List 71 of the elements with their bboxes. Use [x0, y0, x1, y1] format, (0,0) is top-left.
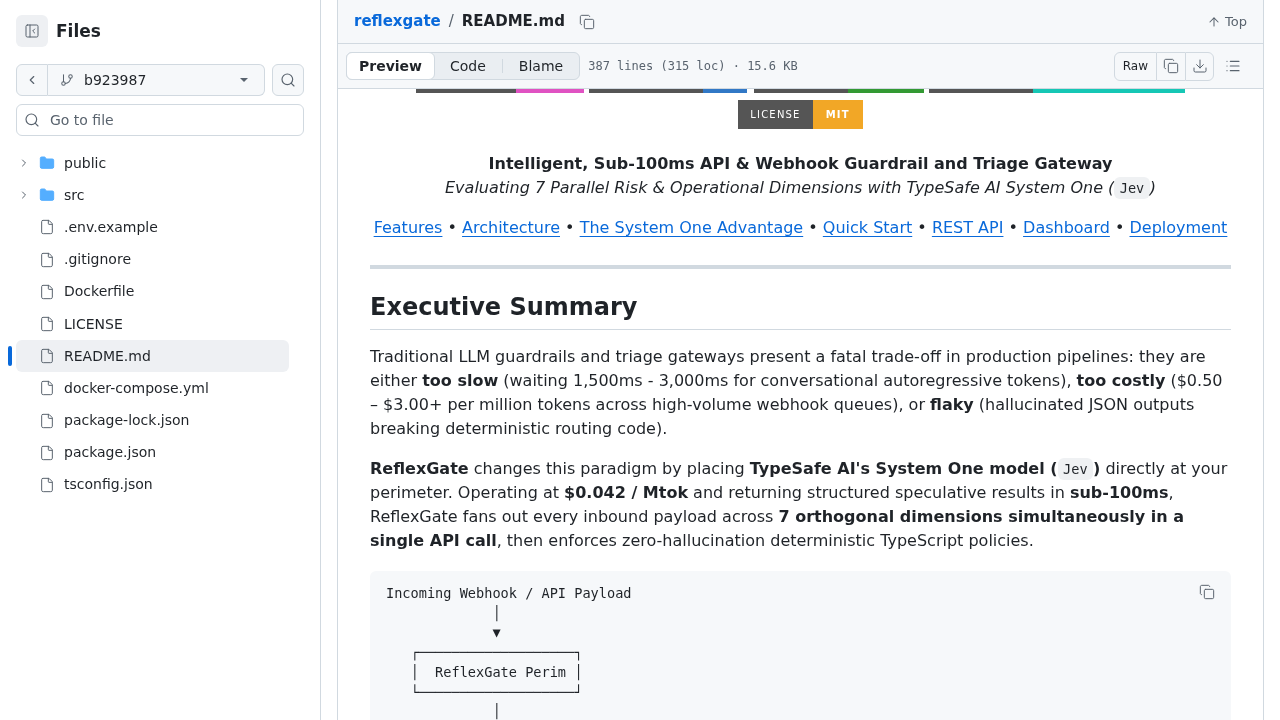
copy-raw-button[interactable] — [1157, 51, 1185, 81]
sidebar-title: Files — [56, 22, 101, 40]
section-link[interactable]: Quick Start — [822, 218, 913, 237]
link-separator: • — [1008, 218, 1018, 237]
file-tree-item[interactable]: .gitignore — [16, 243, 289, 276]
download-button[interactable] — [1185, 51, 1214, 81]
file-icon — [39, 251, 55, 268]
view-tab[interactable]: Code — [434, 52, 502, 80]
badge-value: MIT — [812, 100, 863, 129]
section-link[interactable]: The System One Advantage — [579, 218, 804, 237]
link-separator: • — [1114, 218, 1125, 237]
search-icon — [280, 72, 296, 88]
copy-icon — [1199, 584, 1215, 600]
file-icon — [39, 476, 55, 493]
caret-down-icon — [240, 78, 248, 82]
section-link[interactable]: Deployment — [1129, 218, 1228, 237]
branch-icon — [60, 73, 74, 87]
paragraph: Traditional LLM guardrails and triage gateways present a fatal trade-off in production pipelines: they are either too slow (waiting 1,500ms - 3,000ms for conversational autoregressive tokens), too costly ($0.50 – $3.00+ per million tokens across high-volume webhook queues), or flaky (hallucinated JSON outputs breaking deterministic routing code). — [370, 346, 1224, 440]
copy-icon — [578, 13, 595, 30]
raw-button[interactable]: Raw — [1113, 51, 1157, 81]
file-tree-item[interactable]: Dockerfile — [16, 275, 289, 308]
file-search-field[interactable]: Go to file — [16, 104, 304, 136]
file-tree-item[interactable]: docker-compose.yml — [16, 372, 289, 405]
file-icon — [39, 348, 55, 365]
section-link[interactable]: Dashboard — [1023, 218, 1110, 237]
repo-link[interactable]: reflexgate — [354, 10, 441, 33]
link-separator: • — [565, 218, 575, 237]
code-text: Incoming Webhook / API Payload │ ▼ ┌───────────────────┐ │ ReflexGate Perim │ └───────────────────┘ │ — [385, 584, 633, 720]
file-tree-item[interactable]: .env.example — [16, 211, 289, 244]
badge-label: LICENSE — [738, 100, 813, 129]
file-tree-item[interactable]: package.json — [16, 436, 289, 469]
file-icon — [39, 444, 55, 461]
section-heading: Executive Summary — [370, 292, 1231, 330]
file-tree-item[interactable]: README.md — [16, 340, 289, 373]
view-tab[interactable]: Preview — [346, 52, 435, 80]
copy-icon — [1163, 58, 1179, 74]
file-info: 387 lines (315 loc) · 15.6 KB — [588, 58, 798, 75]
section-link[interactable]: Features — [373, 218, 443, 237]
sidebar-toggle-icon — [24, 23, 40, 39]
file-tree-item[interactable]: public — [16, 147, 289, 180]
file-icon — [39, 283, 55, 300]
selection-indicator — [8, 346, 12, 367]
link-separator: • — [808, 218, 818, 237]
link-separator: • — [447, 218, 457, 237]
breadcrumb-separator: / — [448, 11, 454, 33]
file-icon — [39, 316, 55, 333]
file-icon — [39, 219, 55, 236]
file-name: README.md — [461, 11, 565, 33]
readme-title: Intelligent, Sub-100ms API & Webhook Guardrail and Triage Gateway — [487, 153, 1114, 175]
list-icon — [1225, 58, 1241, 74]
file-tree-item[interactable]: src — [16, 179, 289, 212]
view-tab[interactable]: Blame — [502, 52, 580, 80]
file-icon — [39, 380, 55, 397]
download-icon — [1191, 58, 1208, 74]
link-separator: • — [917, 218, 927, 237]
file-tree-item[interactable]: package-lock.json — [16, 404, 289, 437]
file-icon — [39, 412, 55, 429]
paragraph: ReflexGate changes this paradigm by placing TypeSafe AI's System One model ( Jev ) directly at your perimeter. Operating at $0.042 / Mtok and returning structured speculative results in sub-100ms, ReflexGate fans out every inbound payload across 7 orthogonal dimensions simultaneously in a single API call, then enforces zero-hallucination deterministic TypeScript policies. — [370, 457, 1229, 552]
search-icon — [24, 112, 40, 128]
sidebar-toggle-button[interactable] — [16, 15, 48, 47]
section-link[interactable]: Architecture — [462, 218, 560, 237]
branch-selector[interactable]: b923987 — [48, 64, 265, 96]
folder-icon — [39, 187, 55, 204]
file-tree-item[interactable]: tsconfig.json — [16, 468, 289, 501]
section-link[interactable]: REST API — [931, 218, 1004, 237]
search-button[interactable] — [272, 64, 304, 96]
folder-icon — [39, 155, 55, 172]
file-tree-item[interactable]: LICENSE — [16, 308, 289, 341]
license-badge[interactable]: LICENSE MIT — [738, 100, 863, 129]
readme-subtitle: Evaluating 7 Parallel Risk & Operational Dimensions with TypeSafe AI System One ( Jev ) — [444, 176, 1157, 200]
back-to-top-link[interactable]: Top — [1207, 11, 1247, 32]
